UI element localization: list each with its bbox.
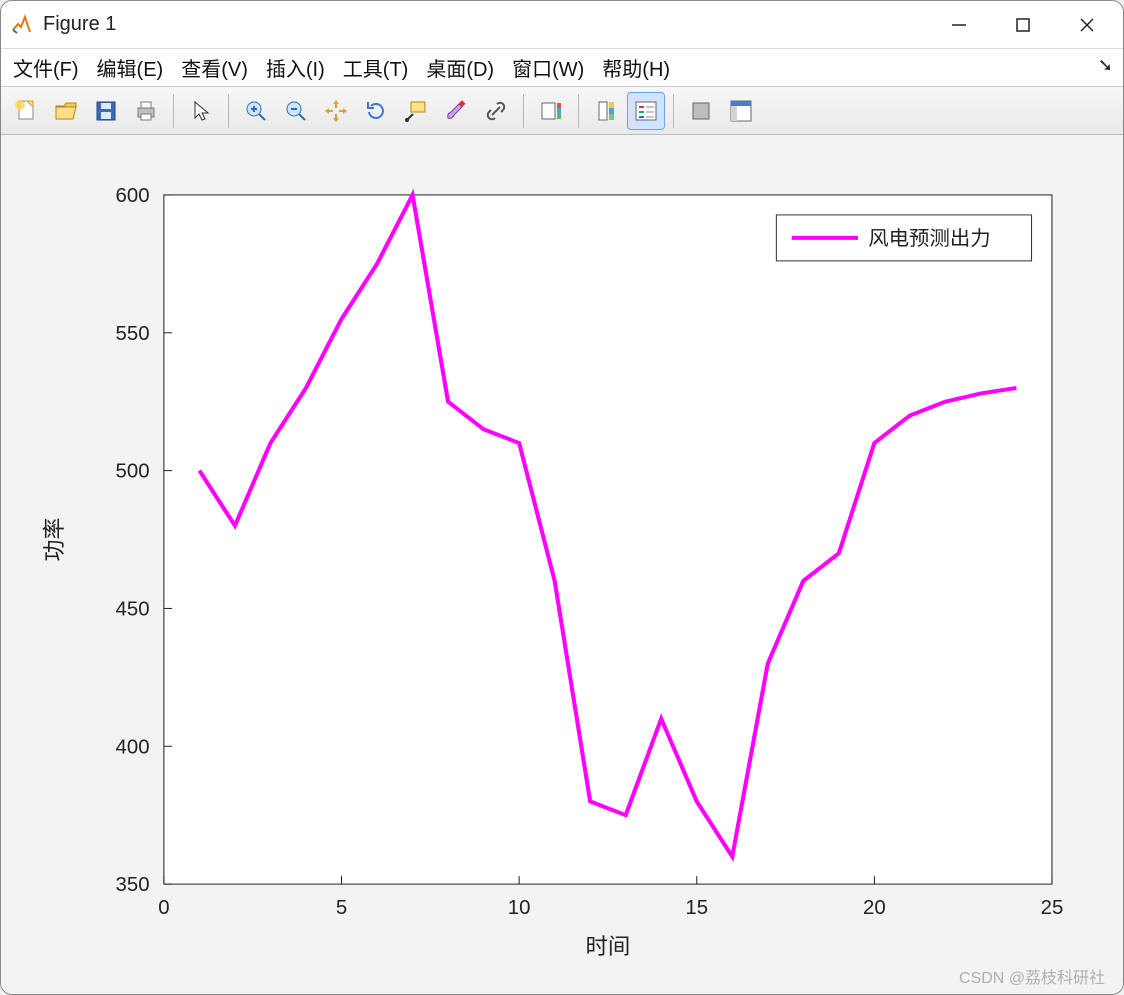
x-axis-label: 时间 (585, 934, 630, 959)
menu-file[interactable]: 文件(F) (13, 53, 79, 82)
menu-insert[interactable]: 插入(I) (266, 53, 325, 82)
show-plot-tools-button[interactable] (722, 92, 760, 130)
window-controls (931, 5, 1115, 45)
menu-desktop[interactable]: 桌面(D) (426, 53, 494, 82)
toolbar (1, 87, 1123, 135)
svg-text:5: 5 (336, 897, 347, 919)
legend[interactable]: 风电预测出力 (776, 215, 1031, 261)
svg-text:500: 500 (116, 461, 150, 483)
svg-text:550: 550 (116, 323, 150, 345)
figure-area[interactable]: 0 5 10 15 20 25 350 400 450 500 550 600 时间 功率 风电预测… (1, 135, 1123, 994)
menu-tools[interactable]: 工具(T) (343, 53, 409, 82)
dock-arrow-icon[interactable]: ➘ (1098, 55, 1113, 76)
menubar: 文件(F) 编辑(E) 查看(V) 插入(I) 工具(T) 桌面(D) 窗口(W… (1, 49, 1123, 87)
axes-svg: 0 5 10 15 20 25 350 400 450 500 550 600 时间 功率 风电预测… (21, 155, 1103, 974)
svg-text:600: 600 (116, 185, 150, 207)
insert-colorbar-button[interactable] (532, 92, 570, 130)
minimize-button[interactable] (931, 5, 987, 45)
save-button[interactable] (87, 92, 125, 130)
legend-entry-label: 风电预测出力 (868, 227, 990, 250)
svg-text:400: 400 (116, 736, 150, 758)
data-cursor-button[interactable] (397, 92, 435, 130)
svg-text:450: 450 (116, 599, 150, 621)
maximize-button[interactable] (995, 5, 1051, 45)
insert-colorbar-button-2[interactable] (587, 92, 625, 130)
toolbar-separator (523, 94, 524, 128)
svg-text:0: 0 (158, 897, 169, 919)
menu-view[interactable]: 查看(V) (181, 53, 248, 82)
brush-button[interactable] (437, 92, 475, 130)
zoom-out-button[interactable] (277, 92, 315, 130)
window-title: Figure 1 (43, 13, 931, 36)
toolbar-separator (173, 94, 174, 128)
zoom-in-button[interactable] (237, 92, 275, 130)
matlab-icon (9, 13, 33, 37)
svg-text:20: 20 (863, 897, 886, 919)
plot-box (164, 195, 1052, 884)
svg-text:10: 10 (508, 897, 531, 919)
svg-text:25: 25 (1041, 897, 1064, 919)
figure-window: Figure 1 文件(F) 编辑(E) 查看(V) 插入(I) 工具(T) 桌… (0, 0, 1124, 995)
close-button[interactable] (1059, 5, 1115, 45)
svg-text:350: 350 (116, 874, 150, 896)
toolbar-separator (228, 94, 229, 128)
link-button[interactable] (477, 92, 515, 130)
titlebar: Figure 1 (1, 1, 1123, 49)
rotate-button[interactable] (357, 92, 395, 130)
axes[interactable]: 0 5 10 15 20 25 350 400 450 500 550 600 时间 功率 风电预测… (21, 155, 1103, 974)
toolbar-separator (578, 94, 579, 128)
menu-edit[interactable]: 编辑(E) (97, 53, 164, 82)
open-button[interactable] (47, 92, 85, 130)
print-button[interactable] (127, 92, 165, 130)
insert-legend-button[interactable] (627, 92, 665, 130)
svg-text:15: 15 (685, 897, 708, 919)
menu-help[interactable]: 帮助(H) (602, 53, 670, 82)
hide-plot-tools-button[interactable] (682, 92, 720, 130)
new-file-button[interactable] (7, 92, 45, 130)
pointer-button[interactable] (182, 92, 220, 130)
pan-button[interactable] (317, 92, 355, 130)
toolbar-separator (673, 94, 674, 128)
y-axis-label: 功率 (42, 518, 67, 562)
menu-window[interactable]: 窗口(W) (512, 53, 584, 82)
